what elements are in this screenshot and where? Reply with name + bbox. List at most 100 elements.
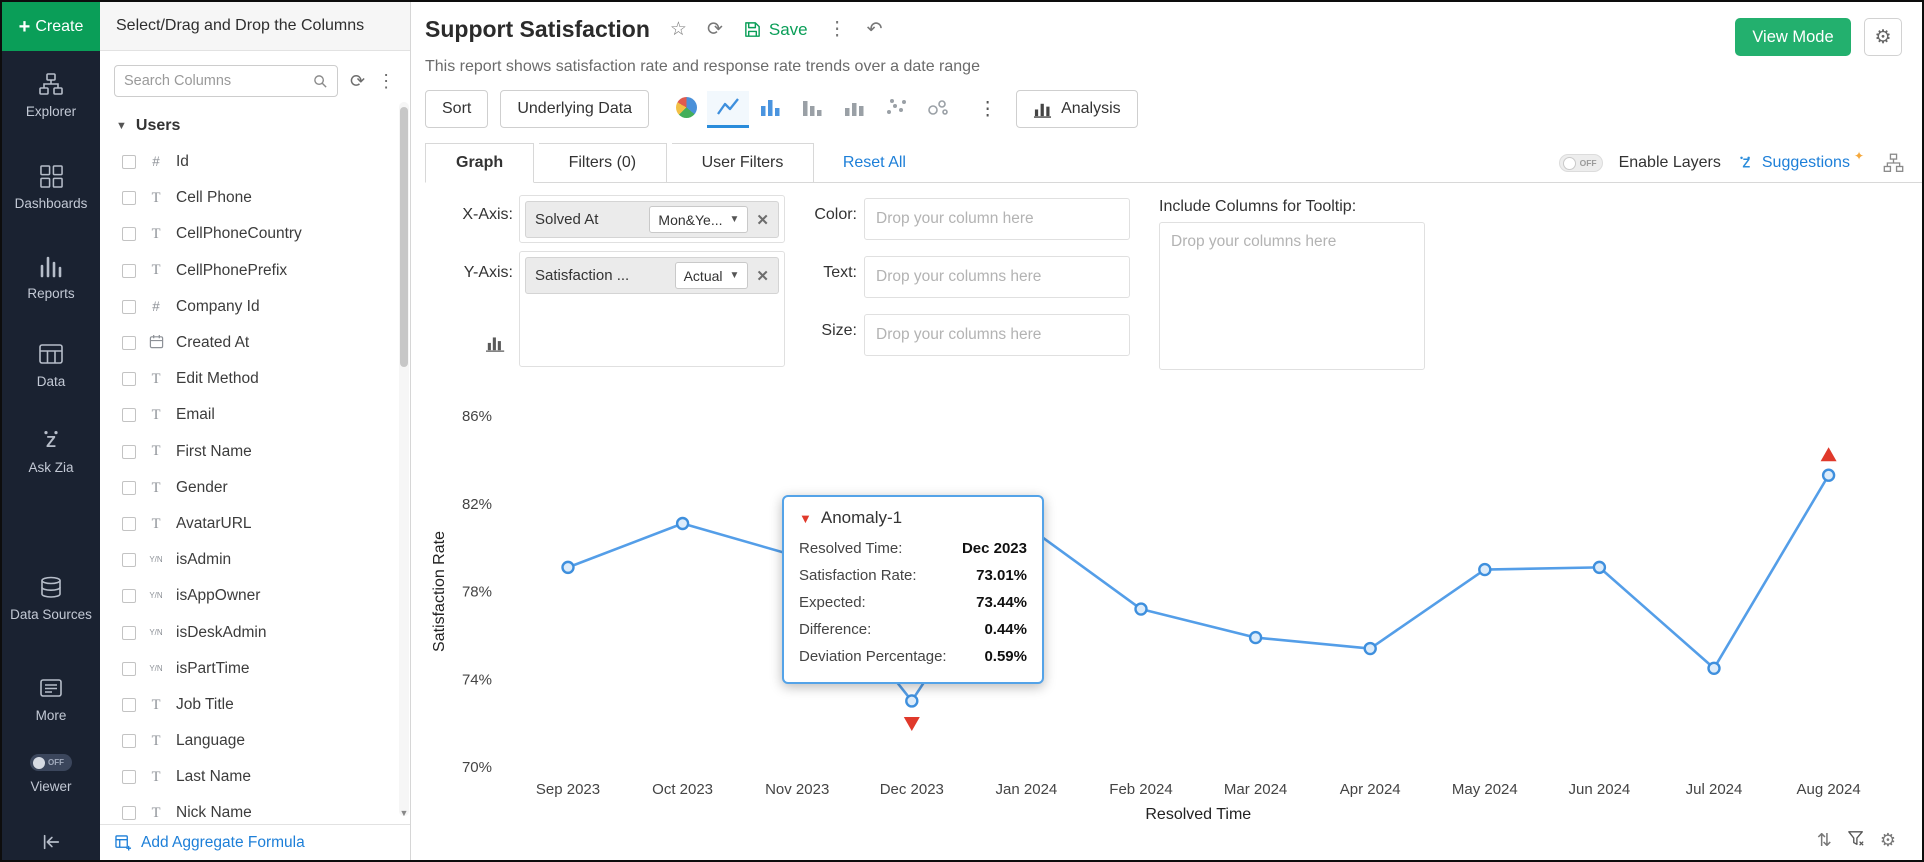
layout-hierarchy-icon[interactable] [1883, 153, 1904, 173]
more-chart-types-kebab-icon[interactable]: ⋮ [971, 98, 1004, 121]
column-item-email[interactable]: TEmail [100, 397, 396, 433]
column-item-cellphoneprefix[interactable]: TCellPhonePrefix [100, 253, 396, 289]
suggestions-button[interactable]: Z Suggestions ✦ [1737, 154, 1867, 172]
columns-scrollbar[interactable]: ▼ [399, 102, 409, 816]
sort-order-icon[interactable]: ⇅ [1817, 831, 1832, 849]
scatter-chart-icon[interactable] [875, 91, 917, 128]
column-checkbox[interactable] [122, 372, 136, 386]
column-item-job-title[interactable]: TJob Title [100, 687, 396, 723]
underlying-data-button[interactable]: Underlying Data [500, 90, 649, 128]
data-point-marker[interactable] [1823, 470, 1834, 481]
tab-filters[interactable]: Filters (0) [539, 143, 668, 183]
y-axis-shelf[interactable]: Satisfaction ... Actual ▼ ✕ [519, 251, 785, 367]
satisfaction-line-chart[interactable]: 70%74%78%82%86%Satisfaction RateSep 2023… [422, 395, 1917, 840]
refresh-columns-icon[interactable]: ⟳ [350, 72, 365, 90]
axis-settings-icon[interactable] [485, 332, 507, 357]
x-axis-option-dropdown[interactable]: Mon&Ye... ▼ [649, 206, 748, 233]
bubble-chart-icon[interactable] [917, 91, 959, 128]
chart-settings-gear-icon[interactable]: ⚙ [1880, 831, 1896, 849]
text-drop-zone[interactable]: Drop your columns here [864, 256, 1130, 298]
sidebar-collapse-button[interactable] [2, 832, 100, 852]
column-item-created-at[interactable]: Created At [100, 325, 396, 361]
report-kebab-icon[interactable]: ⋮ [828, 20, 847, 39]
viewer-off-toggle[interactable]: OFF [30, 754, 72, 771]
data-point-marker[interactable] [1250, 632, 1261, 643]
column-item-isadmin[interactable]: Y/NisAdmin [100, 542, 396, 578]
column-checkbox[interactable] [122, 445, 136, 459]
remove-x-column-icon[interactable]: ✕ [756, 211, 769, 229]
data-point-marker[interactable] [677, 518, 688, 529]
pie-chart-icon[interactable] [665, 91, 707, 128]
sidebar-item-viewer[interactable]: OFFViewer [2, 754, 100, 796]
sidebar-item-data[interactable]: Data [2, 342, 100, 391]
y-axis-chip[interactable]: Satisfaction ... Actual ▼ ✕ [525, 257, 779, 294]
sidebar-item-data-sources[interactable]: Data Sources [2, 575, 100, 624]
add-aggregate-formula-button[interactable]: Add Aggregate Formula [100, 824, 410, 860]
save-button[interactable]: Save [743, 20, 808, 40]
column-checkbox[interactable] [122, 264, 136, 278]
column-checkbox[interactable] [122, 481, 136, 495]
data-point-marker[interactable] [1136, 604, 1147, 615]
chart-area[interactable]: 70%74%78%82%86%Satisfaction RateSep 2023… [422, 395, 1917, 840]
settings-gear-button[interactable]: ⚙ [1864, 18, 1902, 56]
analysis-button[interactable]: Analysis [1016, 90, 1138, 128]
tab-user-filters[interactable]: User Filters [672, 143, 815, 183]
anomaly-marker-down[interactable] [904, 717, 920, 731]
column-item-company-id[interactable]: #Company Id [100, 289, 396, 325]
column-item-first-name[interactable]: TFirst Name [100, 434, 396, 470]
sort-button[interactable]: Sort [425, 90, 488, 128]
column-checkbox[interactable] [122, 662, 136, 676]
sidebar-item-explorer[interactable]: Explorer [2, 72, 100, 121]
column-checkbox[interactable] [122, 517, 136, 531]
reset-all-link[interactable]: Reset All [843, 143, 906, 183]
tooltip-columns-drop-zone[interactable]: Drop your columns here [1159, 222, 1425, 370]
column-item-cellphonecountry[interactable]: TCellPhoneCountry [100, 216, 396, 252]
column-checkbox[interactable] [122, 227, 136, 241]
filter-funnel-icon[interactable] [1847, 830, 1865, 850]
size-drop-zone[interactable]: Drop your columns here [864, 314, 1130, 356]
create-button[interactable]: + Create [2, 2, 100, 51]
column-checkbox[interactable] [122, 770, 136, 784]
column-item-id[interactable]: #Id [100, 144, 396, 180]
bar-chart-icon[interactable] [749, 91, 791, 128]
table-group-users[interactable]: ▼ Users [100, 107, 410, 139]
undo-icon[interactable]: ↶ [867, 20, 883, 39]
column-checkbox[interactable] [122, 734, 136, 748]
column-item-edit-method[interactable]: TEdit Method [100, 361, 396, 397]
column-item-language[interactable]: TLanguage [100, 723, 396, 759]
search-input[interactable] [124, 73, 313, 89]
data-point-marker[interactable] [906, 695, 917, 706]
sidebar-item-reports[interactable]: Reports [2, 254, 100, 303]
column-checkbox[interactable] [122, 300, 136, 314]
column-item-isparttime[interactable]: Y/NisPartTime [100, 651, 396, 687]
sidebar-item-ask-zia[interactable]: ZAsk Zia [2, 428, 100, 477]
column-item-cell-phone[interactable]: TCell Phone [100, 180, 396, 216]
y-axis-option-dropdown[interactable]: Actual ▼ [675, 262, 749, 289]
line-chart-icon[interactable] [707, 91, 749, 128]
enable-layers-toggle[interactable]: OFF [1559, 154, 1603, 172]
view-mode-button[interactable]: View Mode [1735, 18, 1851, 56]
column-checkbox[interactable] [122, 698, 136, 712]
columns-menu-kebab-icon[interactable]: ⋮ [377, 72, 395, 90]
data-point-marker[interactable] [1709, 663, 1720, 674]
column-item-avatarurl[interactable]: TAvatarURL [100, 506, 396, 542]
column-checkbox[interactable] [122, 589, 136, 603]
column-item-isappowner[interactable]: Y/NisAppOwner [100, 578, 396, 614]
stacked-bar-chart-icon[interactable] [791, 91, 833, 128]
sidebar-item-dashboards[interactable]: Dashboards [2, 164, 100, 213]
column-checkbox[interactable] [122, 408, 136, 422]
column-checkbox[interactable] [122, 626, 136, 640]
column-checkbox[interactable] [122, 336, 136, 350]
x-axis-shelf[interactable]: Solved At Mon&Ye... ▼ ✕ [519, 195, 785, 243]
anomaly-marker-up[interactable] [1821, 447, 1837, 461]
column-checkbox[interactable] [122, 806, 136, 820]
remove-y-column-icon[interactable]: ✕ [756, 267, 769, 285]
data-point-marker[interactable] [1594, 562, 1605, 573]
column-checkbox[interactable] [122, 191, 136, 205]
column-item-last-name[interactable]: TLast Name [100, 759, 396, 795]
data-point-marker[interactable] [1479, 564, 1490, 575]
column-item-isdeskadmin[interactable]: Y/NisDeskAdmin [100, 614, 396, 650]
tab-graph[interactable]: Graph [425, 143, 534, 183]
scrollbar-thumb[interactable] [400, 107, 408, 367]
scrollbar-down-arrow[interactable]: ▼ [399, 808, 409, 818]
